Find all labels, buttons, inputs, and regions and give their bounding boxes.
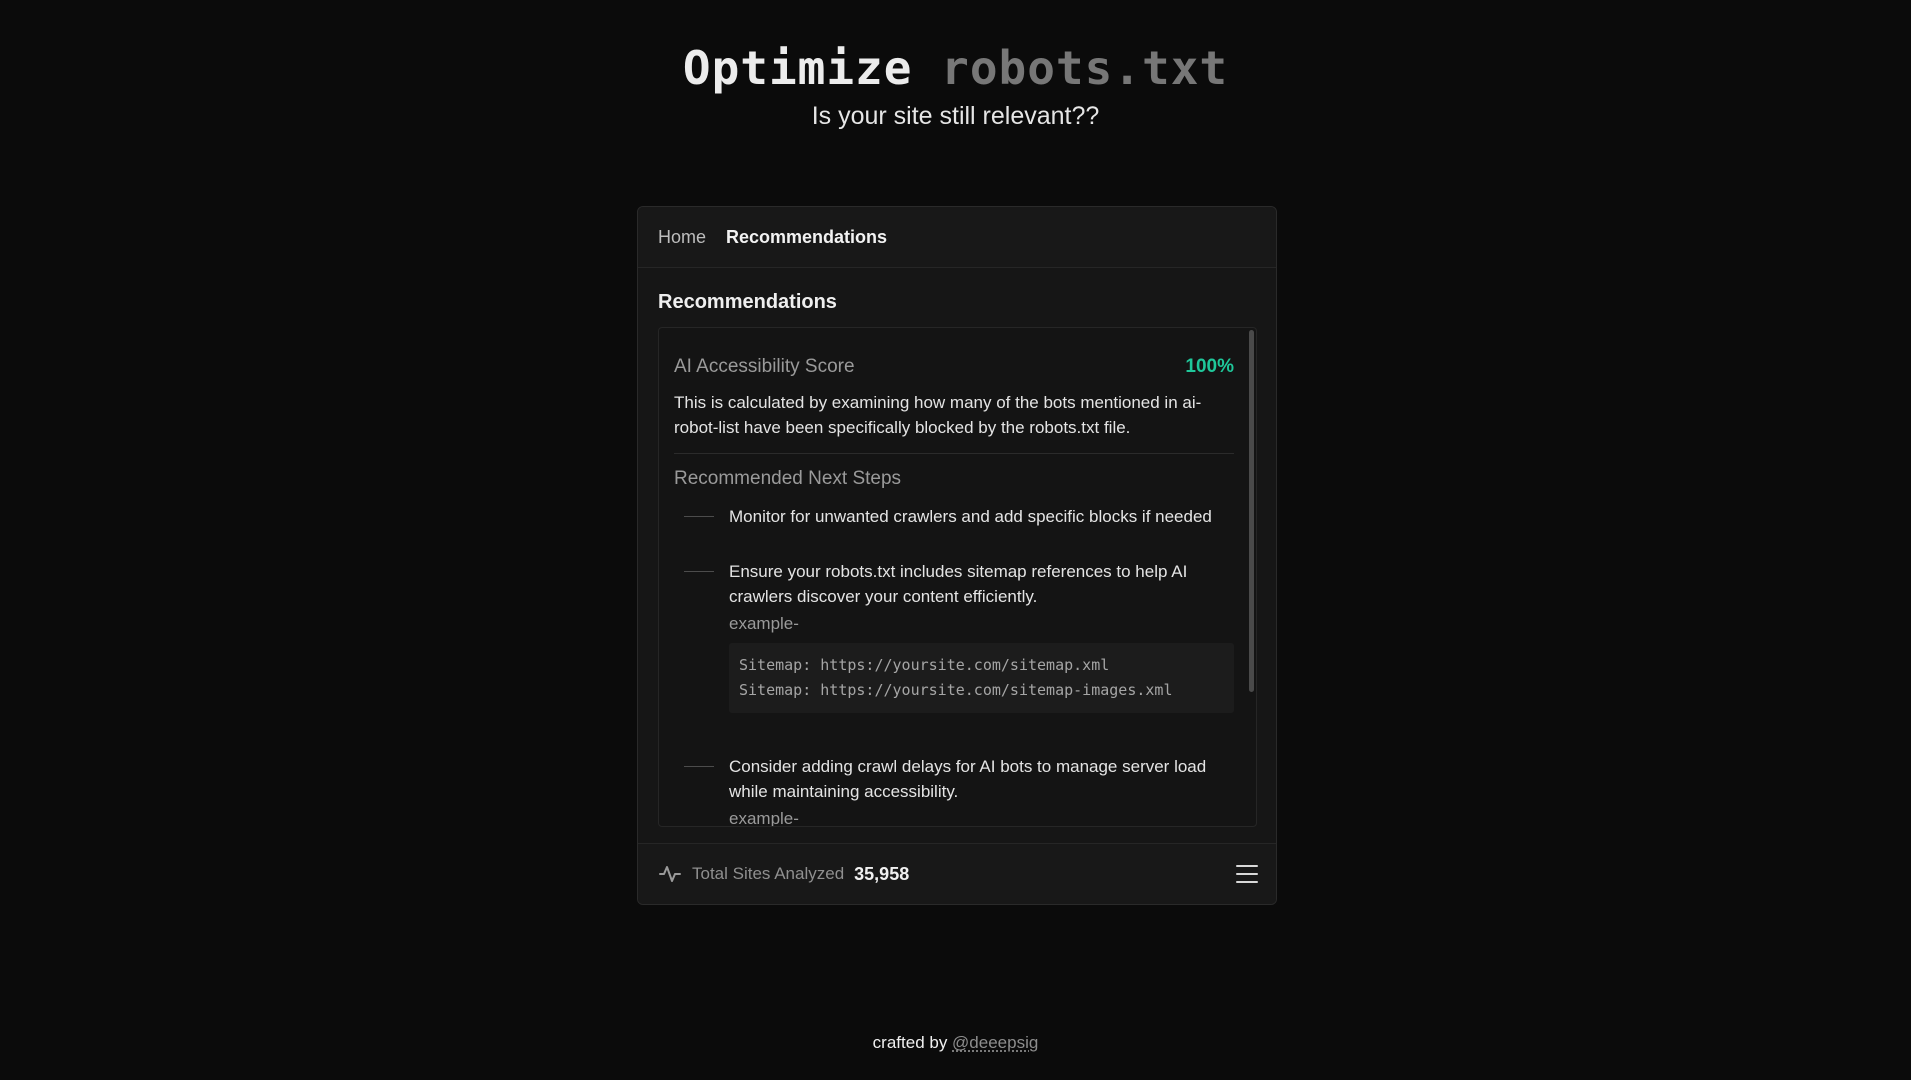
page-subtitle: Is your site still relevant?? [811, 102, 1100, 130]
step-dash [684, 766, 714, 767]
code-block[interactable]: Sitemap: https://yoursite.com/sitemap.xm… [729, 643, 1234, 713]
code-line: Sitemap: https://yoursite.com/sitemap.xm… [739, 656, 1110, 674]
menu-line [1236, 873, 1258, 875]
menu-line [1236, 881, 1258, 883]
hamburger-menu-icon[interactable] [1236, 865, 1258, 883]
credit-prefix: crafted by [872, 1033, 953, 1052]
score-value: 100% [1185, 356, 1234, 377]
code-line: Sitemap: https://yoursite.com/sitemap-im… [739, 681, 1173, 699]
recommendations-scroll-panel[interactable]: AI Accessibility Score 100% This is calc… [658, 327, 1257, 827]
author-link[interactable]: @deeepsig [952, 1033, 1038, 1052]
divider [674, 453, 1234, 454]
score-row: AI Accessibility Score 100% [674, 356, 1234, 378]
breadcrumb-nav: Home Recommendations [638, 207, 1276, 268]
step-text: Ensure your robots.txt includes sitemap … [729, 562, 1188, 606]
total-sites-label: Total Sites Analyzed [692, 864, 845, 883]
section-title: Recommendations [658, 291, 837, 313]
activity-pulse-icon [659, 866, 681, 882]
card-footer: Total Sites Analyzed 35,958 [638, 843, 1276, 904]
step-example-label: example- [729, 614, 799, 633]
title-main: Optimize [682, 41, 942, 95]
steps-title: Recommended Next Steps [674, 468, 902, 489]
scrollbar-thumb[interactable] [1249, 330, 1254, 692]
step-example-label: example- [729, 809, 799, 827]
step-dash [684, 516, 714, 517]
score-label: AI Accessibility Score [674, 356, 855, 377]
step-text: Consider adding crawl delays for AI bots… [729, 757, 1207, 801]
nav-home-link[interactable]: Home [658, 227, 706, 248]
title-accent: robots.txt [941, 41, 1229, 95]
recommendations-card: Home Recommendations Recommendations AI … [637, 206, 1277, 905]
total-sites-count: 35,958 [854, 863, 910, 884]
step-text: Monitor for unwanted crawlers and add sp… [729, 507, 1212, 526]
page: Optimize robots.txt Is your site still r… [0, 0, 1911, 1080]
menu-line [1236, 865, 1258, 867]
nav-recommendations-link[interactable]: Recommendations [726, 227, 887, 248]
hero-header: Optimize robots.txt Is your site still r… [0, 40, 1911, 132]
step-dash [684, 571, 714, 572]
page-title: Optimize robots.txt [0, 40, 1911, 96]
score-description: This is calculated by examining how many… [674, 393, 1202, 437]
credit-line: crafted by @deeepsig [0, 1033, 1911, 1053]
